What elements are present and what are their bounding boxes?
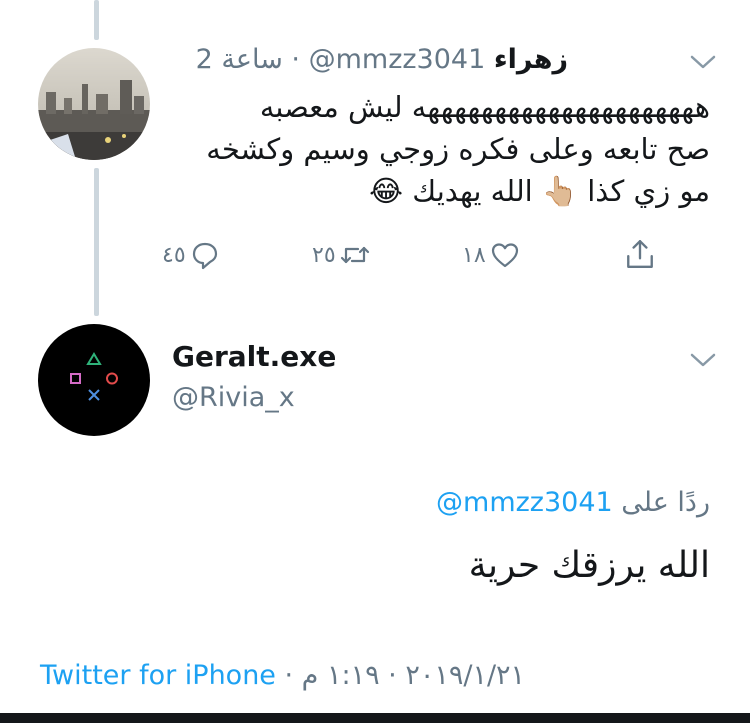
- parent-tweet-line-3: مو زي كذا 👆🏼 الله يهديك 😂: [369, 174, 710, 208]
- like-action[interactable]: ١٨: [462, 240, 520, 270]
- handle[interactable]: @Rivia_x: [172, 382, 295, 413]
- separator: ·: [275, 660, 302, 691]
- chevron-down-icon[interactable]: [690, 54, 716, 70]
- display-name[interactable]: Geralt.exe: [172, 340, 336, 373]
- source-link[interactable]: Twitter for iPhone: [40, 660, 276, 691]
- parent-tweet-line-1: هههههههههههههههههههههه ليش معصبه: [259, 90, 710, 124]
- separator: ·: [291, 44, 301, 75]
- parent-tweet-header: 2 ساعة · @mmzz3041 زهراء: [196, 44, 568, 75]
- tweet-footer: Twitter for iPhone · ٢٠١٩/١/٢١ · ١:١٩ م: [40, 660, 525, 691]
- reply-prefix: ردًا على: [621, 487, 710, 518]
- heart-icon: [491, 243, 518, 268]
- separator: ·: [379, 660, 406, 691]
- reply-icon: [192, 242, 217, 270]
- thread-line-top: [94, 0, 99, 40]
- parent-tweet-line-2: صح تابعه وعلى فكره زوجي وسيم وكشخه: [206, 132, 710, 166]
- like-count: ١٨: [462, 242, 486, 268]
- handle[interactable]: @mmzz3041: [309, 44, 486, 75]
- retweet-icon: [340, 246, 369, 264]
- time-ago[interactable]: 2 ساعة: [196, 44, 283, 75]
- display-name[interactable]: زهراء: [494, 44, 568, 75]
- main-tweet-text: الله يرزقك حرية: [468, 545, 710, 586]
- tweet-date: ٢٠١٩/١/٢١: [405, 660, 526, 691]
- chevron-down-icon[interactable]: [690, 352, 716, 368]
- share-icon: [627, 240, 653, 268]
- reply-action[interactable]: ٤٥: [162, 240, 220, 270]
- retweet-action[interactable]: ٢٥: [312, 240, 370, 270]
- retweet-count: ٢٥: [312, 242, 336, 268]
- avatar-parent[interactable]: [38, 48, 150, 160]
- replying-to: @mmzz3041 ردًا على: [436, 487, 710, 518]
- tweet-time: ١:١٩ م: [301, 660, 380, 691]
- reply-count: ٤٥: [162, 242, 186, 268]
- share-action[interactable]: [624, 238, 656, 270]
- reply-to-mention[interactable]: @mmzz3041: [436, 487, 613, 518]
- bottom-divider: [0, 713, 750, 723]
- thread-line-middle: [94, 168, 99, 316]
- avatar-main[interactable]: [38, 324, 150, 436]
